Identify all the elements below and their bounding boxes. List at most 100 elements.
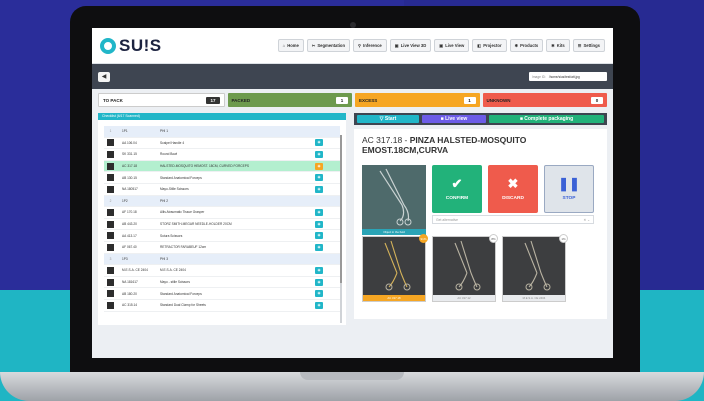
table-row[interactable]: NA 180517 Mayo-Stille Scissors ◉ — [104, 184, 340, 196]
table-row[interactable]: M.E.S.A. CE 2404 M.E.S.A. CE 2404 ◉ — [104, 265, 340, 277]
status-to-pack[interactable]: TO PACK 17 — [98, 93, 225, 107]
status-packed[interactable]: PACKED 1 — [227, 93, 352, 107]
camera-icon[interactable]: ◉ — [315, 301, 323, 309]
nav-products-button[interactable]: ✱ Products — [509, 39, 544, 52]
camera-icon[interactable]: ◉ — [315, 266, 323, 274]
nav-projector-button[interactable]: ◧ Projector — [472, 39, 507, 52]
candidate-card[interactable]: 91% AC 317.18 — [362, 234, 428, 302]
image-id-field[interactable]: Image ID: /home/sius/test/att.jpg — [529, 72, 607, 81]
discard-label: DISCARD — [502, 196, 524, 201]
item-thumbnail — [107, 220, 114, 228]
item-thumbnail — [107, 139, 114, 147]
forceps-thumbnail — [524, 240, 551, 291]
nav-kits-button[interactable]: ✱ Kits — [546, 39, 570, 52]
chevron-down-icon: ✕ ⌄ — [583, 218, 590, 222]
group-number: 2 — [109, 198, 112, 203]
camera-icon[interactable]: ◉ — [315, 232, 323, 240]
item-code: AB 180.20 — [122, 291, 137, 296]
detail-panel: ▽ Start ■ Live view ■ Complete packaging… — [354, 113, 607, 325]
status-row: TO PACK 17 PACKED 1 EXCESS 1 UNKNOWN 0 — [92, 89, 613, 107]
product-image: Object in the field — [362, 165, 426, 235]
scrollbar-thumb[interactable] — [340, 135, 342, 283]
stop-label: STOP — [562, 196, 576, 201]
checklist-title: Checklist (6/17 Scanned) — [98, 113, 346, 120]
item-code: AA 413.17 — [122, 233, 137, 238]
camera-icon[interactable]: ◉ — [315, 208, 323, 216]
camera-icon[interactable]: ◉ — [315, 174, 323, 182]
camera-icon[interactable]: ◉ — [315, 220, 323, 228]
table-row[interactable]: AA 106.04 Scalpel Handle 4 ◉ — [104, 138, 340, 150]
camera-icon[interactable]: ◉ — [315, 150, 323, 158]
nav-live-view-button[interactable]: ▣ Live View — [434, 39, 470, 52]
start-button[interactable]: ▽ Start — [357, 115, 419, 123]
main-nav: ⌂ Home ✂ Segmentation ⚲ Inference ▣ Live View 3… — [277, 39, 605, 52]
table-row[interactable]: AF 170.18 Allis Atraumatic Tissue Grasper… — [104, 207, 340, 219]
item-name: Mayo-Stille Scissors — [160, 187, 189, 192]
nav-segmentation-button[interactable]: ✂ Segmentation — [306, 39, 351, 52]
main-area: Checklist (6/17 Scanned) 1 1P1 PHI 1 AA 106… — [92, 107, 613, 331]
item-code: AF 170.18 — [122, 210, 137, 215]
camera-icon[interactable]: ◉ — [315, 162, 323, 170]
status-excess[interactable]: EXCESS 1 — [355, 93, 480, 107]
inference-icon: ⚲ — [358, 43, 362, 48]
group-row[interactable]: 2 1P2 PHI 2 — [104, 195, 340, 208]
item-thumbnail — [107, 185, 114, 193]
action-bar: ▽ Start ■ Live view ■ Complete packaging — [354, 113, 607, 125]
status-unknown[interactable]: UNKNOWN 0 — [482, 93, 607, 107]
table-row[interactable]: SK 331.15 Round Bowl ◉ — [104, 149, 340, 161]
item-code: 1P1 — [122, 129, 128, 134]
confirm-button[interactable]: ✔ CONFIRM — [432, 165, 482, 213]
item-name: STORZ SMITH-MEGAR NEEDLE-HOLDER 20CM — [160, 222, 232, 227]
top-bar: SU!S ⌂ Home ✂ Segmentation ⚲ Inference ▣ Live V… — [92, 28, 613, 64]
camera-icon[interactable]: ◉ — [315, 185, 323, 193]
nav-settings-button[interactable]: ☰ Settings — [572, 39, 605, 52]
product-image-caption: Object in the field — [362, 229, 426, 235]
table-row[interactable]: AA 413.17 Sutura Scissors ◉ — [104, 230, 340, 242]
camera-icon[interactable]: ◉ — [315, 243, 323, 251]
group-row[interactable]: 1 1P1 PHI 1 — [104, 126, 340, 138]
group-row[interactable]: 3 1P3 PHI 3 — [104, 253, 340, 266]
live-view-button[interactable]: ■ Live view — [422, 115, 486, 123]
camera-icon[interactable]: ◉ — [315, 278, 323, 286]
camera-icon[interactable]: ◉ — [315, 139, 323, 147]
alternative-placeholder: Get alternative — [436, 218, 459, 222]
discard-button[interactable]: ✖ DISCARD — [488, 165, 538, 213]
table-row[interactable]: AF 067.40 RETRACTOR FARABEUF 12cm ◉ — [104, 242, 340, 254]
match-percent-badge: 91% — [419, 234, 428, 243]
item-code: AF 067.40 — [122, 245, 137, 250]
candidate-card[interactable]: 8% AC 317.12 — [432, 234, 498, 302]
item-thumbnail — [107, 266, 114, 274]
nav-live-view-3d-button[interactable]: ▣ Live View 3D — [389, 39, 432, 52]
nav-home-button[interactable]: ⌂ Home — [277, 39, 304, 52]
item-name: Sutura Scissors — [160, 233, 183, 238]
table-row[interactable]: AC 315.14 Standard Dual Clamp for Sheets ◉ — [104, 300, 340, 312]
checklist-table: 1 1P1 PHI 1 AA 106.04 Scalpel Handle 4 ◉ SK 33… — [98, 120, 346, 312]
candidate-card[interactable]: 1% M.E.S.A. CE 2404 — [502, 234, 568, 302]
item-thumbnail — [107, 278, 114, 286]
nav-inference-button[interactable]: ⚲ Inference — [353, 39, 387, 52]
table-row[interactable]: NA 181617 Mayo - stille Scissors ◉ — [104, 277, 340, 289]
candidate-caption: M.E.S.A. CE 2404 — [503, 295, 565, 301]
item-name: PHI 3 — [160, 256, 168, 261]
item-name: PHI 2 — [160, 198, 168, 203]
alternative-select[interactable]: Get alternative ✕ ⌄ — [432, 215, 594, 224]
item-thumbnail — [107, 208, 114, 216]
complete-packaging-button[interactable]: ■ Complete packaging — [489, 115, 604, 123]
item-name: Allis Atraumatic Tissue Grasper — [160, 210, 205, 215]
table-row[interactable]: AB 180.20 Standard Anatomical Forceps ◉ — [104, 288, 340, 300]
item-code: AA 106.04 — [122, 140, 137, 145]
logo-text: SU!S — [119, 35, 162, 55]
table-row[interactable]: AB 443.20 STORZ SMITH-MEGAR NEEDLE-HOLDER… — [104, 219, 340, 231]
item-code: AC 315.14 — [122, 303, 138, 308]
kits-icon: ✱ — [551, 43, 555, 48]
product-row: Object in the field ✔ CONFIRM ✖ DISCARD … — [362, 165, 599, 235]
item-code: 1P3 — [122, 256, 128, 261]
table-row[interactable]: AC 317.18 HALSTED-MOSQUITO HEMOST. 18CM, … — [104, 160, 340, 173]
stop-button[interactable]: ❚❚ STOP — [544, 165, 594, 213]
camera-icon[interactable]: ◉ — [315, 290, 323, 298]
candidate-caption: AC 317.18 — [363, 295, 425, 301]
back-button[interactable]: ◀ — [98, 71, 110, 82]
item-name: Mayo - stille Scissors — [160, 280, 190, 285]
image-id-value: /home/sius/test/att.jpg — [548, 74, 580, 79]
table-row[interactable]: AB 130.15 Standard Anatomical Forceps ◉ — [104, 172, 340, 184]
